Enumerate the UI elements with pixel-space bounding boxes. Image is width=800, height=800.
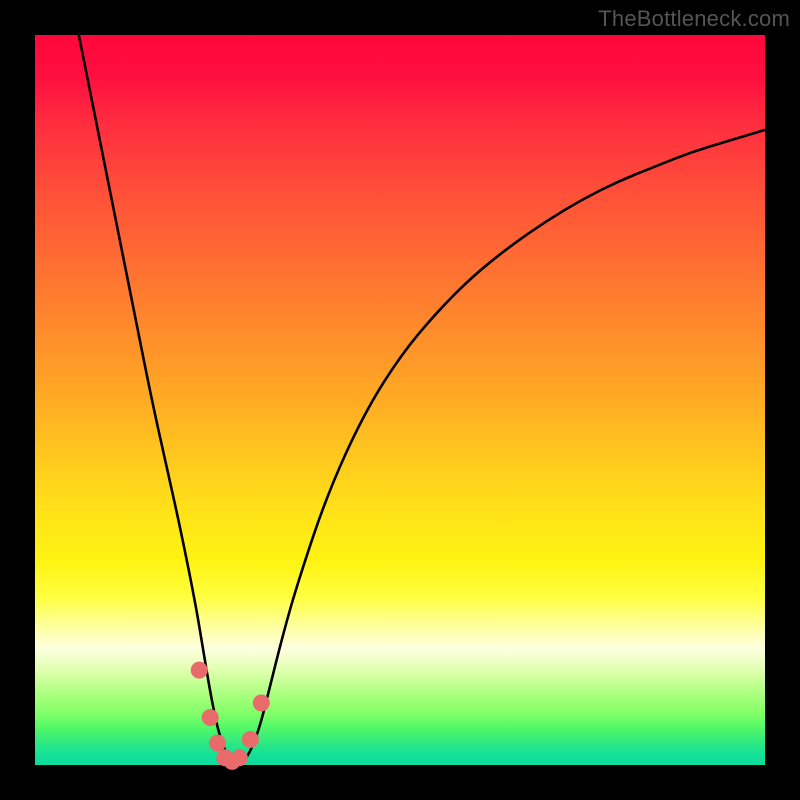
highlight-dot bbox=[231, 749, 248, 766]
highlight-dot bbox=[242, 731, 259, 748]
watermark-text: TheBottleneck.com bbox=[598, 6, 790, 32]
plot-area bbox=[35, 35, 765, 765]
highlight-dots-group bbox=[191, 662, 270, 770]
highlight-dot bbox=[209, 735, 226, 752]
bottleneck-curve-svg bbox=[35, 35, 765, 765]
chart-frame: TheBottleneck.com bbox=[0, 0, 800, 800]
highlight-dot bbox=[253, 694, 270, 711]
highlight-dot bbox=[202, 709, 219, 726]
highlight-dot bbox=[191, 662, 208, 679]
bottleneck-curve-path bbox=[79, 35, 765, 765]
